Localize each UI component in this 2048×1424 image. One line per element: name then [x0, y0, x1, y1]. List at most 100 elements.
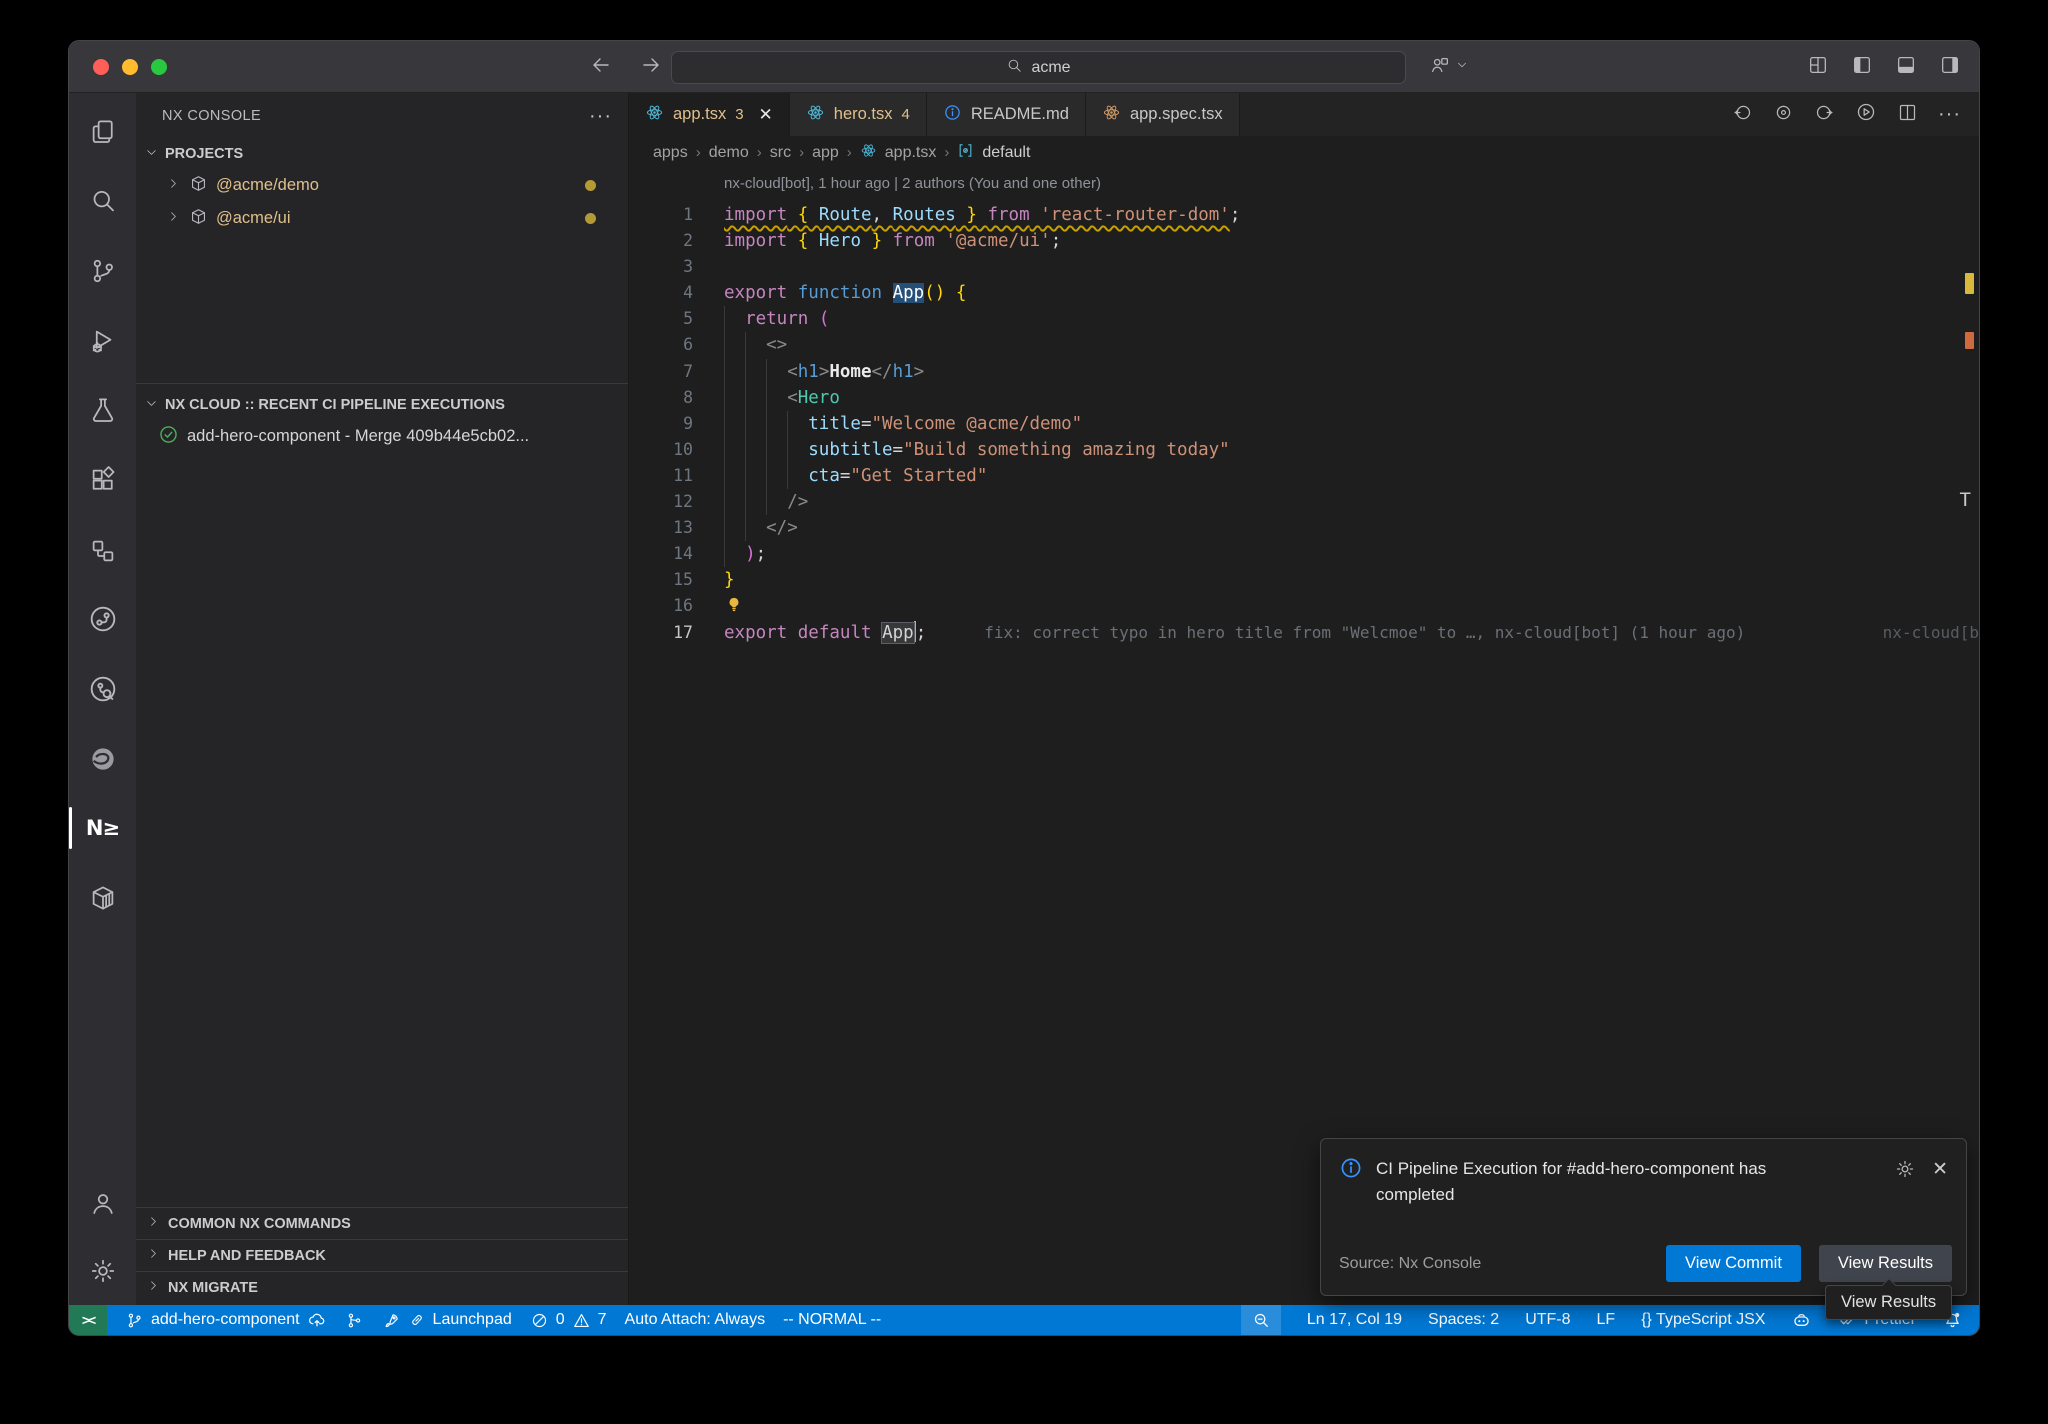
language-status-item[interactable]: {} TypeScript JSX [1641, 1311, 1765, 1329]
lightbulb-icon[interactable] [724, 596, 744, 616]
code-line[interactable]: 4export function App() { [629, 280, 1979, 306]
section-help-and-feedback[interactable]: HELP AND FEEDBACK [136, 1239, 628, 1271]
source-control-icon[interactable] [69, 247, 136, 295]
line-content: cta="Get Started" [693, 463, 987, 489]
notification-gear-icon[interactable] [1894, 1158, 1916, 1185]
cursor-position-status-item[interactable]: Ln 17, Col 19 [1307, 1311, 1402, 1329]
tab-readme-md[interactable]: README.md [927, 93, 1086, 136]
code-lines: 1import { Route, Routes } from 'react-ro… [629, 202, 1979, 646]
chevron-down-icon [144, 396, 159, 415]
section-common-nx-commands[interactable]: COMMON NX COMMANDS [136, 1207, 628, 1239]
problems-status-item[interactable]: 0 7 [530, 1311, 607, 1330]
section-nx-migrate[interactable]: NX MIGRATE [136, 1271, 628, 1303]
close-window-button[interactable] [93, 59, 109, 75]
branch-status-item[interactable]: add-hero-component [125, 1310, 327, 1330]
testing-icon[interactable] [69, 386, 136, 434]
explorer-icon[interactable] [69, 108, 136, 156]
sidebar-more-actions-icon[interactable]: ··· [589, 105, 612, 128]
extensions-icon[interactable] [69, 456, 136, 504]
minimize-window-button[interactable] [122, 59, 138, 75]
toggle-panel-icon[interactable] [1895, 54, 1917, 81]
code-line[interactable]: 16 [629, 593, 1979, 619]
code-line[interactable]: 6 <> [629, 332, 1979, 358]
breadcrumb[interactable]: apps› demo› src› app› app.tsx› default [629, 136, 1979, 169]
navigate-back-circle-icon[interactable] [1732, 102, 1753, 128]
run-debug-icon[interactable] [69, 317, 136, 365]
react-icon [860, 142, 877, 164]
code-line[interactable]: 2import { Hero } from '@acme/ui'; [629, 228, 1979, 254]
profile-icon[interactable] [1429, 54, 1451, 81]
indentation-status-item[interactable]: Spaces: 2 [1428, 1311, 1499, 1329]
auto-attach-status-item[interactable]: Auto Attach: Always [625, 1311, 766, 1329]
toggle-primary-sidebar-icon[interactable] [1851, 54, 1873, 81]
toggle-secondary-sidebar-icon[interactable] [1939, 54, 1961, 81]
status-bar: >< add-hero-component Launchpad 0 7 Auto… [69, 1305, 1979, 1335]
tab-app-tsx[interactable]: app.tsx 3 ✕ [629, 93, 790, 136]
chevron-down-icon[interactable] [1455, 58, 1469, 77]
code-line[interactable]: 13 </> [629, 515, 1979, 541]
references-icon[interactable] [69, 527, 136, 575]
inline-blame: fix: correct typo in hero title from "We… [984, 623, 1745, 642]
code-line[interactable]: 7 <h1>Home</h1> [629, 359, 1979, 385]
code-line[interactable]: 11 cta="Get Started" [629, 463, 1979, 489]
code-area[interactable]: nx-cloud[bot], 1 hour ago | 2 authors (Y… [629, 169, 1979, 1305]
code-line[interactable]: 17export default App;fix: correct typo i… [629, 620, 1979, 646]
code-line[interactable]: 9 title="Welcome @acme/demo" [629, 411, 1979, 437]
split-editor-icon[interactable] [1897, 102, 1918, 128]
encoding-status-item[interactable]: UTF-8 [1525, 1311, 1570, 1329]
close-tab-icon[interactable]: ✕ [759, 105, 773, 125]
nx-cloud-search-icon[interactable] [69, 665, 136, 713]
launchpad-status-item[interactable]: Launchpad [382, 1311, 512, 1330]
zoom-status-icon[interactable] [1241, 1305, 1281, 1335]
info-icon [1339, 1156, 1363, 1207]
project-item-acme-ui[interactable]: @acme/ui [136, 202, 628, 235]
accounts-icon[interactable] [69, 1179, 136, 1227]
view-results-button[interactable]: View Results [1819, 1245, 1952, 1282]
code-line[interactable]: 10 subtitle="Build something amazing tod… [629, 437, 1979, 463]
customize-layout-icon[interactable] [1807, 54, 1829, 81]
command-center-search[interactable]: acme [671, 51, 1406, 84]
code-line[interactable]: 3 [629, 254, 1979, 280]
git-graph-status-icon[interactable] [345, 1311, 364, 1330]
edge-browser-icon[interactable] [69, 735, 136, 783]
history-forward-icon[interactable] [639, 53, 663, 82]
target-circle-icon[interactable] [1773, 102, 1794, 128]
chevron-right-icon [146, 1214, 161, 1233]
line-content: <> [693, 332, 787, 358]
nx-console-icon[interactable]: N≥ [69, 804, 136, 852]
projects-section-header[interactable]: PROJECTS [136, 139, 628, 169]
vim-mode-status-item[interactable]: -- NORMAL -- [783, 1311, 881, 1329]
notification-close-icon[interactable]: ✕ [1932, 1158, 1948, 1181]
eol-status-item[interactable]: LF [1597, 1311, 1616, 1329]
navigate-forward-circle-icon[interactable] [1814, 102, 1835, 128]
copilot-icon[interactable] [1791, 1310, 1812, 1331]
codelens-blame[interactable]: nx-cloud[bot], 1 hour ago | 2 authors (Y… [724, 175, 1101, 192]
code-line[interactable]: 8 <Hero [629, 385, 1979, 411]
pipeline-execution-item[interactable]: add-hero-component - Merge 409b44e5cb02.… [136, 420, 628, 453]
react-icon [806, 103, 825, 127]
project-item-acme-demo[interactable]: @acme/demo [136, 169, 628, 202]
line-content: subtitle="Build something amazing today" [693, 437, 1230, 463]
nx-cloud-graph-icon[interactable] [69, 595, 136, 643]
zoom-window-button[interactable] [151, 59, 167, 75]
remote-indicator[interactable]: >< [69, 1305, 107, 1335]
line-number: 16 [629, 593, 693, 619]
tab-app-spec-tsx[interactable]: app.spec.tsx [1086, 93, 1240, 136]
code-line[interactable]: 12 /> [629, 489, 1979, 515]
line-content: export function App() { [693, 280, 966, 306]
code-line[interactable]: 5 return ( [629, 306, 1979, 332]
run-file-icon[interactable] [1855, 101, 1877, 128]
code-line[interactable]: 15} [629, 567, 1979, 593]
line-number: 12 [629, 489, 693, 515]
package-view-icon[interactable] [69, 874, 136, 922]
settings-gear-icon[interactable] [69, 1247, 136, 1295]
code-line[interactable]: 1import { Route, Routes } from 'react-ro… [629, 202, 1979, 228]
tab-hero-tsx[interactable]: hero.tsx 4 [790, 93, 927, 136]
view-commit-button[interactable]: View Commit [1666, 1245, 1801, 1282]
code-line[interactable]: 14 ); [629, 541, 1979, 567]
line-number: 17 [629, 620, 693, 646]
search-sidebar-icon[interactable] [69, 177, 136, 225]
nx-cloud-section-header[interactable]: NX CLOUD :: RECENT CI PIPELINE EXECUTION… [136, 390, 628, 420]
editor-more-actions-icon[interactable]: ··· [1938, 103, 1961, 126]
history-back-icon[interactable] [589, 53, 613, 82]
